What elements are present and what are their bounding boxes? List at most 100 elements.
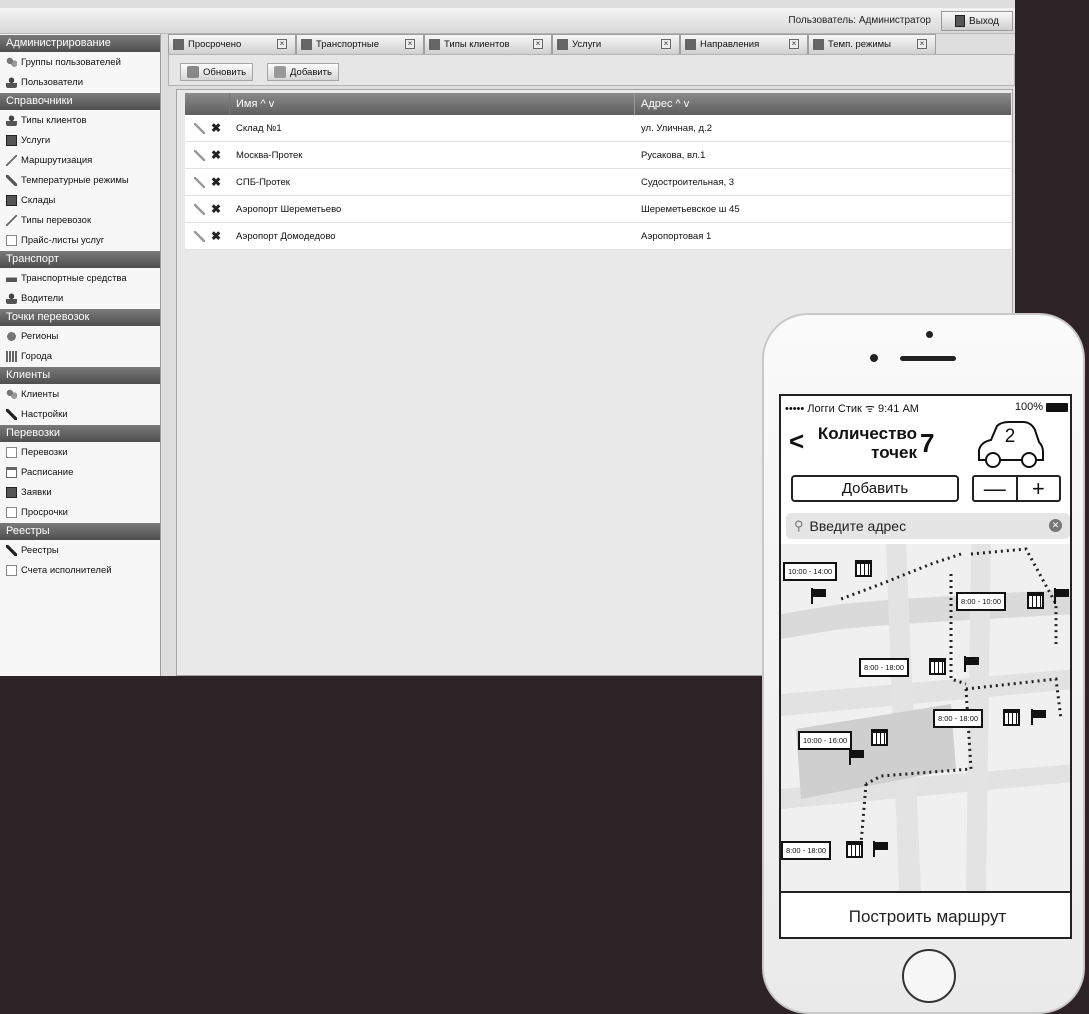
address-search-field[interactable]: ⚲ Введите адрес ✕ <box>786 513 1070 539</box>
delete-icon[interactable]: ✖ <box>211 176 221 188</box>
sidebar-item[interactable]: Счета исполнителей <box>0 560 160 580</box>
home-button[interactable] <box>902 949 956 1003</box>
tab[interactable]: Темп. режимы × <box>808 34 936 54</box>
sidebar-section-header[interactable]: Транспорт <box>0 251 160 268</box>
column-header-address[interactable]: Адрес ^ v <box>635 93 1011 115</box>
sidebar-section-header[interactable]: Перевозки <box>0 425 160 442</box>
time-window-label[interactable]: 10:00 - 14:00 <box>783 562 838 581</box>
route-map[interactable]: 10:00 - 14:00 8:00 - 10:00 8:00 - 18:00 8:0… <box>781 544 1070 891</box>
calendar-icon[interactable] <box>1003 709 1020 726</box>
edit-icon[interactable] <box>193 176 205 188</box>
tab-close-icon[interactable]: × <box>405 39 415 49</box>
calendar-icon[interactable] <box>871 729 888 746</box>
time-window-label[interactable]: 8:00 - 18:00 <box>859 658 910 677</box>
edit-icon[interactable] <box>193 122 205 134</box>
table-row[interactable]: ✖ Склад №1 ул. Уличная, д.2 <box>185 115 1011 142</box>
time-window-label[interactable]: 8:00 - 18:00 <box>933 709 984 728</box>
table-row[interactable]: ✖ СПБ-Протек Судостроительная, 3 <box>185 169 1011 196</box>
points-count-value: 7 <box>920 428 935 458</box>
sidebar-item[interactable]: Температурные режимы <box>0 170 160 190</box>
sidebar-item[interactable]: Водители <box>0 288 160 308</box>
sidebar-section-header[interactable]: Точки перевозок <box>0 309 160 326</box>
search-icon: ⚲ <box>794 518 804 533</box>
sidebar-item-label: Температурные режимы <box>21 174 129 186</box>
edit-icon[interactable] <box>193 230 205 242</box>
build-route-button[interactable]: Построить маршрут <box>781 891 1070 937</box>
tab-close-icon[interactable]: × <box>917 39 927 49</box>
tab[interactable]: Направления × <box>680 34 808 54</box>
sidebar-section-header[interactable]: Справочники <box>0 93 160 110</box>
sidebar-item[interactable]: Типы клиентов <box>0 110 160 130</box>
sidebar-item[interactable]: Регионы <box>0 326 160 346</box>
delete-icon[interactable]: ✖ <box>211 203 221 215</box>
cell-name: Аэропорт Шереметьево <box>236 204 342 215</box>
column-header-name[interactable]: Имя ^ v <box>230 93 635 115</box>
tab-close-icon[interactable]: × <box>789 39 799 49</box>
sidebar-item[interactable]: Перевозки <box>0 442 160 462</box>
calendar-icon[interactable] <box>855 560 872 577</box>
sidebar-item[interactable]: Склады <box>0 190 160 210</box>
add-point-button[interactable]: Добавить <box>791 475 959 502</box>
calendar-icon[interactable] <box>846 841 863 858</box>
flag-icon[interactable] <box>873 841 889 857</box>
edit-icon[interactable] <box>193 149 205 161</box>
logout-button[interactable]: Выход <box>941 11 1013 31</box>
delete-icon[interactable]: ✖ <box>211 149 221 161</box>
table-row[interactable]: ✖ Аэропорт Шереметьево Шереметьевское ш 45 <box>185 196 1011 223</box>
decrement-button[interactable]: — <box>974 476 1018 501</box>
sidebar-item[interactable]: Настройки <box>0 404 160 424</box>
car-count-stepper[interactable]: — + <box>972 475 1061 502</box>
sidebar-section-header[interactable]: Клиенты <box>0 367 160 384</box>
calendar-icon[interactable] <box>1027 592 1044 609</box>
refresh-button[interactable]: Обновить <box>180 63 254 81</box>
increment-button[interactable]: + <box>1018 476 1060 501</box>
delete-icon[interactable]: ✖ <box>211 230 221 242</box>
flag-icon[interactable] <box>1031 709 1047 725</box>
back-chevron-icon[interactable]: < <box>789 426 804 457</box>
points-count-title: Количество точек <box>817 424 917 462</box>
sidebar-section-header[interactable]: Реестры <box>0 523 160 540</box>
document-icon <box>6 564 17 576</box>
sidebar-item-label: Услуги <box>21 134 51 146</box>
tab[interactable]: Транспортные × <box>296 34 424 54</box>
calendar-icon[interactable] <box>929 658 946 675</box>
time-window-label[interactable]: 8:00 - 10:00 <box>956 592 1007 611</box>
clear-icon[interactable]: ✕ <box>1049 519 1062 532</box>
sidebar-item[interactable]: Клиенты <box>0 384 160 404</box>
sidebar-item[interactable]: Транспортные средства <box>0 268 160 288</box>
add-button[interactable]: Добавить <box>267 63 339 81</box>
sidebar-item[interactable]: Маршрутизация <box>0 150 160 170</box>
flag-icon[interactable] <box>849 749 865 765</box>
tab-close-icon[interactable]: × <box>533 39 543 49</box>
flag-icon[interactable] <box>1054 588 1070 604</box>
sidebar-item[interactable]: Расписание <box>0 462 160 482</box>
tab-close-icon[interactable]: × <box>277 39 287 49</box>
sidebar-item-label: Пользователи <box>21 76 84 88</box>
sidebar-item[interactable]: Пользователи <box>0 72 160 92</box>
delete-icon[interactable]: ✖ <box>211 122 221 134</box>
sidebar-item-label: Перевозки <box>21 446 68 458</box>
tab[interactable]: Типы клиентов × <box>424 34 552 54</box>
tab-close-icon[interactable]: × <box>661 39 671 49</box>
sidebar-item[interactable]: Услуги <box>0 130 160 150</box>
sidebar-item[interactable]: Города <box>0 346 160 366</box>
time-window-label[interactable]: 10:00 - 16:00 <box>798 731 853 750</box>
edit-icon[interactable] <box>193 203 205 215</box>
sidebar-item[interactable]: Реестры <box>0 540 160 560</box>
flag-icon[interactable] <box>811 588 827 604</box>
sidebar-section-header[interactable]: Администрирование <box>0 35 160 52</box>
tab[interactable]: Услуги × <box>552 34 680 54</box>
flag-icon[interactable] <box>964 656 980 672</box>
cell-address: Судостроительная, 3 <box>641 177 735 188</box>
table-row[interactable]: ✖ Аэропорт Домодедово Аэропортовая 1 <box>185 223 1011 250</box>
table-row[interactable]: ✖ Москва-Протек Русакова, вл.1 <box>185 142 1011 169</box>
time-window-label[interactable]: 8:00 - 18:00 <box>781 841 832 860</box>
sidebar-item[interactable]: Просрочки <box>0 502 160 522</box>
sidebar-item[interactable]: Прайс-листы услуг <box>0 230 160 250</box>
sidebar-item[interactable]: Заявки <box>0 482 160 502</box>
sidebar-item[interactable]: Типы перевозок <box>0 210 160 230</box>
sidebar-item-label: Города <box>21 350 52 362</box>
sidebar-item[interactable]: Группы пользователей <box>0 52 160 72</box>
tab[interactable]: Просрочено × <box>168 34 296 54</box>
sidebar-item-label: Расписание <box>21 466 74 478</box>
